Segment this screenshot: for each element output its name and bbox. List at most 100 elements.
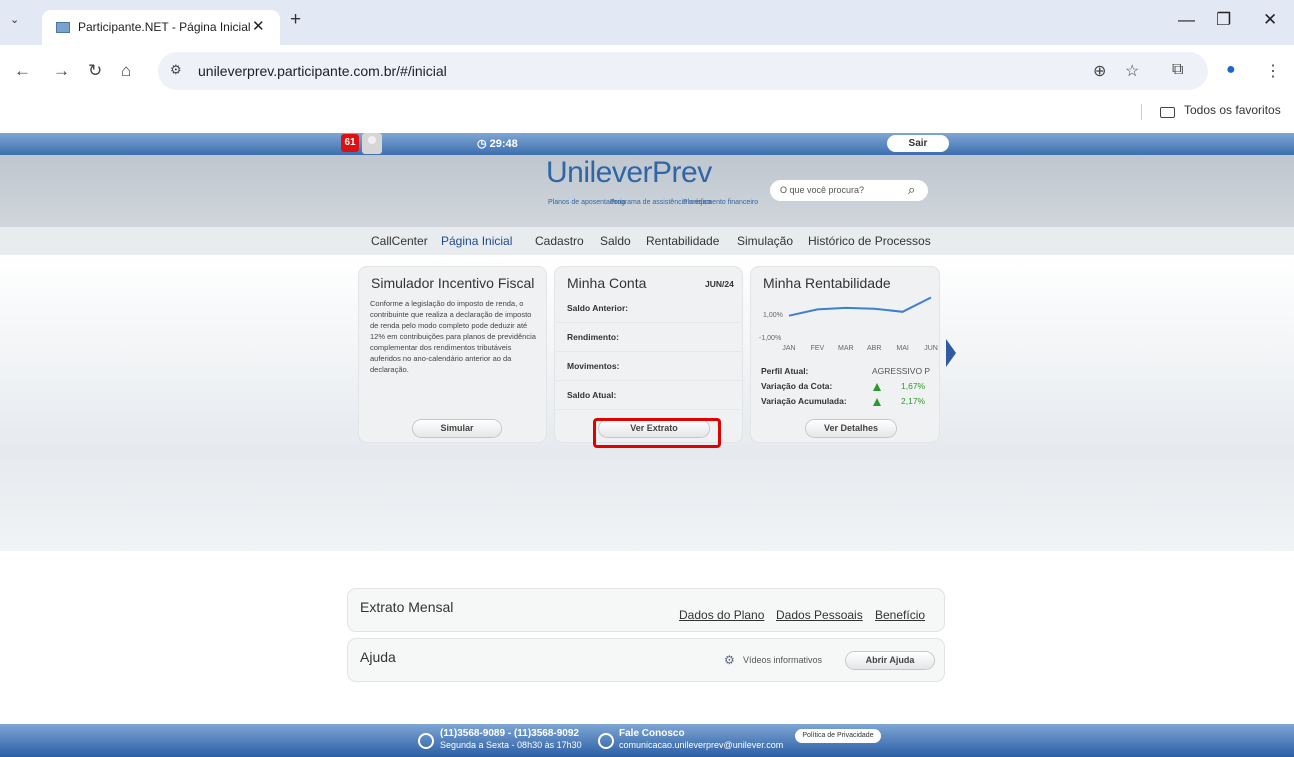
- search-icon[interactable]: ⌕: [908, 182, 915, 198]
- xtick-fev: FEV: [811, 345, 825, 352]
- videos-informativos-link[interactable]: Vídeos informativos: [743, 655, 822, 665]
- tab-title: Participante.NET - Página Inicial: [78, 20, 251, 34]
- rentabilidade-series-line: [788, 296, 932, 317]
- fale-conosco-link[interactable]: Fale Conosco: [619, 728, 685, 739]
- xtick-abr: ABR: [867, 345, 881, 352]
- conta-period: JUN/24: [705, 279, 734, 289]
- next-card-arrow-icon[interactable]: [946, 339, 956, 367]
- reload-icon[interactable]: ↻: [88, 61, 102, 81]
- minimize-icon[interactable]: —: [1178, 10, 1195, 30]
- nav-rentabilidade[interactable]: Rentabilidade: [646, 234, 719, 248]
- card-minha-conta: Minha Conta JUN/24 Saldo Anterior: Rendi…: [555, 267, 742, 442]
- card-rentabilidade: Minha Rentabilidade 1,00% -1,00% JAN FEV M…: [751, 267, 939, 442]
- simular-button[interactable]: Simular: [413, 420, 501, 437]
- rentabilidade-title: Minha Rentabilidade: [763, 275, 891, 291]
- link-beneficio[interactable]: Benefício: [875, 608, 925, 622]
- link-dados-pessoais[interactable]: Dados Pessoais: [776, 608, 863, 622]
- extrato-mensal-title: Extrato Mensal: [360, 599, 454, 615]
- logout-button[interactable]: Sair: [887, 135, 949, 152]
- ver-extrato-highlight: [593, 418, 721, 448]
- ytick-top: 1,00%: [763, 312, 783, 319]
- folder-icon: [1160, 107, 1175, 118]
- session-timer: ◷ 29:48: [477, 138, 518, 150]
- ytick-bottom: -1,00%: [759, 335, 781, 342]
- rendimento-label: Rendimento:: [567, 332, 619, 342]
- nav-simulacao[interactable]: Simulação: [737, 234, 793, 248]
- conta-title: Minha Conta: [567, 275, 647, 291]
- conta-row-saldo-atual: Saldo Atual:: [555, 382, 741, 410]
- simulador-title: Simulador Incentivo Fiscal: [371, 275, 535, 291]
- panel-ajuda: Ajuda ⚙ Vídeos informativos Abrir Ajuda: [348, 639, 944, 681]
- all-bookmarks-link[interactable]: Todos os favoritos: [1184, 103, 1281, 117]
- footer-phones: (11)3568-9089 - (11)3568-9092: [440, 728, 579, 739]
- ver-detalhes-button[interactable]: Ver Detalhes: [806, 420, 896, 437]
- nav-saldo[interactable]: Saldo: [600, 234, 631, 248]
- nav-callcenter[interactable]: CallCenter: [371, 234, 428, 248]
- restore-icon[interactable]: ❐: [1216, 10, 1231, 30]
- browser-tab-strip: ⌄ Participante.NET - Página Inicial ✕ + …: [0, 0, 1294, 45]
- window-close-icon[interactable]: ✕: [1263, 10, 1277, 30]
- bookmarks-bar: Todos os favoritos: [0, 99, 1294, 126]
- url-text[interactable]: unileverprev.participante.com.br/#/inici…: [198, 63, 447, 79]
- contact-icon: [598, 733, 614, 749]
- forward-icon[interactable]: →: [53, 61, 70, 81]
- browser-toolbar: ← → ↻ ⌂ ⚙ unileverprev.participante.com.…: [0, 45, 1294, 99]
- browser-tab[interactable]: Participante.NET - Página Inicial ✕: [42, 10, 280, 45]
- var-cota-value: 1,67%: [901, 381, 926, 391]
- ajuda-title: Ajuda: [360, 649, 396, 665]
- privacy-policy-button[interactable]: Política de Privacidade: [795, 729, 881, 743]
- site-favicon-icon: [56, 22, 70, 33]
- footer-hours: Segunda a Sexta - 08h30 às 17h30: [440, 740, 582, 750]
- var-cota-label: Variação da Cota:: [761, 381, 833, 391]
- home-icon[interactable]: ⌂: [121, 61, 131, 81]
- phone-icon: [418, 733, 434, 749]
- site-info-icon[interactable]: ⚙: [170, 62, 182, 78]
- web-page: 61 ◷ 29:48 Sair UnileverPrev Planos de a…: [0, 126, 1294, 757]
- abrir-ajuda-button[interactable]: Abrir Ajuda: [846, 652, 934, 669]
- nav-pagina-inicial[interactable]: Página Inicial: [441, 234, 512, 248]
- site-logo[interactable]: UnileverPrev: [546, 156, 712, 190]
- new-tab-icon[interactable]: +: [290, 9, 301, 31]
- menu-kebab-icon[interactable]: ⋮: [1265, 61, 1281, 81]
- card-simulador: Simulador Incentivo Fiscal Conforme a le…: [359, 267, 546, 442]
- up-arrow-icon: [873, 398, 881, 406]
- nav-cadastro[interactable]: Cadastro: [535, 234, 584, 248]
- var-acum-value: 2,17%: [901, 396, 926, 406]
- notification-badge[interactable]: 61: [341, 134, 359, 152]
- extensions-icon[interactable]: ⧉: [1172, 61, 1183, 79]
- link-dados-plano[interactable]: Dados do Plano: [679, 608, 764, 622]
- zoom-icon[interactable]: ⊕: [1093, 61, 1106, 81]
- movimentos-label: Movimentos:: [567, 361, 620, 371]
- site-search-input[interactable]: O que você procura? ⌕: [770, 180, 928, 201]
- tab-close-icon[interactable]: ✕: [252, 17, 265, 35]
- session-bar: [0, 133, 1294, 155]
- avatar[interactable]: [362, 133, 382, 154]
- conta-row-rendimento: Rendimento:: [555, 324, 741, 352]
- saldo-atual-label: Saldo Atual:: [567, 390, 617, 400]
- panel-extrato-mensal: Extrato Mensal Dados do Plano Dados Pess…: [348, 589, 944, 631]
- bookmark-star-icon[interactable]: ☆: [1125, 61, 1139, 81]
- perfil-label: Perfil Atual:: [761, 366, 809, 376]
- session-timer-value: 29:48: [489, 138, 518, 150]
- bookmarks-divider: [1141, 104, 1142, 120]
- conta-row-movimentos: Movimentos:: [555, 353, 741, 381]
- profile-icon[interactable]: ●: [1226, 61, 1236, 79]
- video-icon: ⚙: [724, 653, 735, 667]
- back-icon[interactable]: ←: [14, 61, 31, 81]
- search-placeholder: O que você procura?: [780, 185, 865, 195]
- up-arrow-icon: [873, 383, 881, 391]
- logo-sub-planejamento: Planejamento financeiro: [683, 199, 759, 206]
- xtick-mai: MAI: [896, 345, 909, 352]
- var-acum-label: Variação Acumulada:: [761, 396, 847, 406]
- footer-email[interactable]: comunicacao.unileverprev@unilever.com: [619, 740, 783, 750]
- xtick-jan: JAN: [782, 345, 795, 352]
- address-bar[interactable]: ⚙ unileverprev.participante.com.br/#/ini…: [158, 52, 1208, 90]
- perfil-value: AGRESSIVO P: [872, 366, 931, 376]
- nav-historico[interactable]: Histórico de Processos: [808, 234, 931, 248]
- tab-search-icon[interactable]: ⌄: [10, 13, 19, 26]
- xtick-jun: JUN: [924, 345, 938, 352]
- saldo-anterior-label: Saldo Anterior:: [567, 303, 629, 313]
- site-footer: (11)3568-9089 - (11)3568-9092 Segunda a …: [0, 724, 1294, 757]
- rentabilidade-chart: 1,00% -1,00% JAN FEV MAR ABR MAI JUN: [759, 296, 938, 352]
- xtick-mar: MAR: [838, 345, 854, 352]
